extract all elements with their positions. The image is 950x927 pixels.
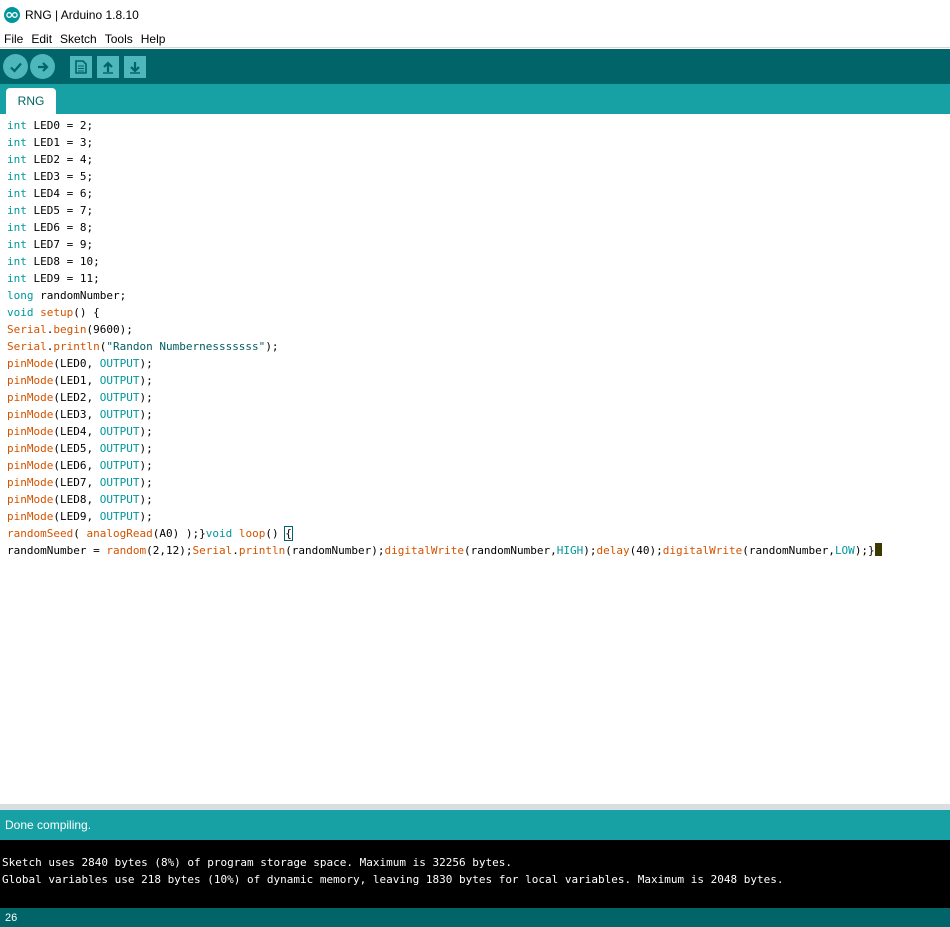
code-line[interactable]: pinMode(LED1, OUTPUT);: [7, 372, 882, 389]
code-line[interactable]: Serial.println("Randon Numbernesssssss")…: [7, 338, 882, 355]
tab-rng[interactable]: RNG: [6, 88, 56, 114]
code-editor[interactable]: int LED0 = 2; int LED1 = 3; int LED2 = 4; i…: [0, 114, 950, 804]
check-icon: [9, 62, 22, 73]
arrow-right-icon: [37, 61, 49, 72]
upload-button[interactable]: [30, 54, 55, 79]
menu-tools[interactable]: Tools: [101, 32, 137, 46]
code-line[interactable]: int LED3 = 5;: [7, 168, 882, 185]
code-line[interactable]: int LED2 = 4;: [7, 151, 882, 168]
code-line[interactable]: pinMode(LED3, OUTPUT);: [7, 406, 882, 423]
code-line[interactable]: randomNumber = random(2,12);Serial.print…: [7, 542, 882, 559]
status-bar: Done compiling.: [0, 810, 950, 840]
menu-sketch[interactable]: Sketch: [56, 32, 101, 46]
code-line[interactable]: pinMode(LED8, OUTPUT);: [7, 491, 882, 508]
toolbar: [0, 49, 950, 84]
code-line[interactable]: pinMode(LED6, OUTPUT);: [7, 457, 882, 474]
text-cursor: [874, 543, 882, 556]
save-arrow-down-icon: [130, 61, 140, 74]
open-arrow-up-icon: [103, 60, 113, 74]
verify-button[interactable]: [3, 54, 28, 79]
tab-bar: RNG: [0, 84, 950, 114]
title-bar: RNG | Arduino 1.8.10: [0, 0, 950, 30]
code-line[interactable]: int LED1 = 3;: [7, 134, 882, 151]
save-button[interactable]: [124, 55, 146, 78]
code-line[interactable]: int LED9 = 11;: [7, 270, 882, 287]
console-line: Global variables use 218 bytes (10%) of …: [2, 873, 784, 886]
code-line[interactable]: pinMode(LED9, OUTPUT);: [7, 508, 882, 525]
code-line[interactable]: int LED5 = 7;: [7, 202, 882, 219]
menu-file[interactable]: File: [0, 32, 27, 46]
code-line[interactable]: pinMode(LED2, OUTPUT);: [7, 389, 882, 406]
code-line[interactable]: randomSeed( analogRead(A0) );}void loop(…: [7, 525, 882, 542]
code-line[interactable]: long randomNumber;: [7, 287, 882, 304]
footer-bar: 26: [0, 908, 950, 927]
code-line[interactable]: void setup() {: [7, 304, 882, 321]
menu-edit[interactable]: Edit: [27, 32, 56, 46]
console-line: Sketch uses 2840 bytes (8%) of program s…: [2, 856, 512, 869]
open-button[interactable]: [97, 55, 119, 78]
menu-bar: File Edit Sketch Tools Help: [0, 30, 950, 48]
code-line[interactable]: Serial.begin(9600);: [7, 321, 882, 338]
line-number: 26: [5, 911, 18, 924]
code-line[interactable]: pinMode(LED0, OUTPUT);: [7, 355, 882, 372]
menu-help[interactable]: Help: [137, 32, 170, 46]
code-line[interactable]: pinMode(LED5, OUTPUT);: [7, 440, 882, 457]
new-file-icon: [75, 59, 87, 74]
code-line[interactable]: int LED0 = 2;: [7, 117, 882, 134]
code-line[interactable]: pinMode(LED4, OUTPUT);: [7, 423, 882, 440]
code-line[interactable]: int LED4 = 6;: [7, 185, 882, 202]
code-area[interactable]: int LED0 = 2; int LED1 = 3; int LED2 = 4; i…: [7, 117, 882, 559]
status-message: Done compiling.: [5, 818, 92, 832]
new-button[interactable]: [70, 55, 92, 78]
code-line[interactable]: pinMode(LED7, OUTPUT);: [7, 474, 882, 491]
code-line[interactable]: int LED8 = 10;: [7, 253, 882, 270]
arduino-logo-icon: [4, 7, 20, 23]
window-title: RNG | Arduino 1.8.10: [25, 8, 139, 22]
code-line[interactable]: int LED6 = 8;: [7, 219, 882, 236]
code-line[interactable]: int LED7 = 9;: [7, 236, 882, 253]
console-output[interactable]: Sketch uses 2840 bytes (8%) of program s…: [0, 840, 950, 908]
